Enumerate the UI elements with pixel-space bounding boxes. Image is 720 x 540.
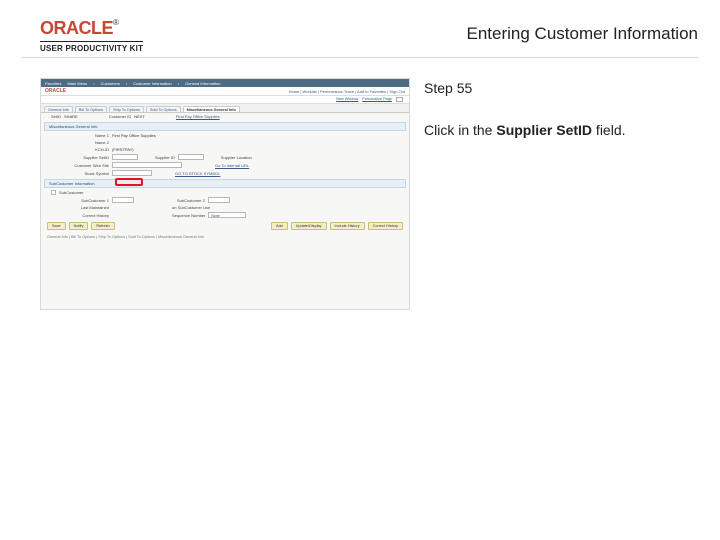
oracle-wordmark: ORACLE (40, 18, 113, 38)
ss-stock-lbl: Stock Symbol (51, 171, 109, 176)
highlight-box (115, 178, 143, 186)
ss-userline: New Window Personalize Page (41, 96, 409, 104)
ss-row-lastmaint: Last Maintained on SubCustomer Use (41, 204, 409, 211)
ss-notify-button[interactable]: Notify (69, 222, 89, 230)
ss-row-name2: Name 2 (41, 139, 409, 146)
ss-web-input[interactable] (112, 162, 182, 168)
ss-main: Main Menu (67, 81, 87, 86)
ss-addfav: Add to Favorites (357, 89, 386, 94)
ss-personalize: Personalize Page (362, 97, 392, 102)
ss-tab-billto: Bill To Options (75, 106, 107, 112)
ss-worklist: Worklist (303, 89, 317, 94)
ss-add-button[interactable]: Add (271, 222, 288, 230)
ss-sub2-lbl: SubCustomer 2 (177, 198, 205, 203)
ss-suppid-lbl: Supplier ID (155, 155, 175, 160)
ss-correct-lbl: Correct History (51, 213, 109, 218)
ss-subcust-chk-lbl: SubCustomer (59, 190, 83, 195)
ss-web-lbl: Customer Web Site (51, 163, 109, 168)
ss-row-subcust-chk: SubCustomer (41, 189, 409, 196)
ss-setid-lbl: SetID (51, 114, 61, 119)
ss-section-misc: Miscellaneous General Info (44, 122, 406, 131)
ss-supplier-setid-input[interactable] (112, 154, 138, 160)
ss-row-ids: SetID SHARE Customer ID NEXT First Pay O… (41, 113, 409, 120)
ss-perf: Performance Trace (320, 89, 354, 94)
oracle-logo-block: ORACLE® USER PRODUCTIVITY KIT (40, 18, 143, 53)
ss-seqnum-select[interactable]: None (208, 212, 246, 218)
ss-row-correct: Correct History Sequence Number None (41, 211, 409, 219)
ss-supploc-lbl: Supplier Location (221, 155, 252, 160)
ss-breadcrumb-bar: Favorites Main Menu › Customers › Custom… (41, 79, 409, 87)
ss-nav: ORACLE Home | Worklist | Performance Tra… (41, 87, 409, 96)
ss-refresh-button[interactable]: Refresh (91, 222, 114, 230)
ss-crumb2: Customer Information (133, 81, 171, 86)
ss-tab-misc: Miscellaneous General Info (183, 106, 240, 112)
ss-custid-val: NEXT (134, 114, 145, 119)
instr-suffix: field. (592, 122, 625, 138)
ss-tab-general: General Info (44, 106, 73, 112)
instruction-text: Click in the Supplier SetID field. (424, 122, 698, 138)
content-area: Favorites Main Menu › Customers › Custom… (0, 58, 720, 310)
ss-sub2-input[interactable] (208, 197, 230, 203)
ss-home: Home (289, 89, 300, 94)
ss-save-button[interactable]: Save (47, 222, 66, 230)
ss-tab-shipto: Ship To Options (109, 106, 144, 112)
ss-section-subcust: SubCustomer Information (44, 179, 406, 188)
ss-stock-input[interactable] (112, 170, 152, 176)
ss-seqnum-lbl: Sequence Number (172, 213, 205, 218)
ss-corr-button[interactable]: Correct History (368, 222, 403, 230)
ss-http-icon (396, 97, 403, 102)
ss-lastmaint-lbl: Last Maintained (51, 205, 109, 210)
instr-prefix: Click in the (424, 122, 496, 138)
ss-button-row: Save Notify Refresh Add Update/Display I… (41, 219, 409, 233)
ss-kch-lbl: KCH-ID (51, 147, 109, 152)
ss-row-stock: Stock Symbol GO TO STOCK SYMBOL (41, 169, 409, 177)
ss-custid-lbl: Customer ID (109, 114, 131, 119)
ss-fav: Favorites (45, 81, 61, 86)
ss-row-website: Customer Web Site Go To Internal URL (41, 161, 409, 169)
ss-footer-tabs: General Info | Bill To Options | Ship To… (41, 233, 409, 241)
ss-crumb3: General Information (185, 81, 220, 86)
ss-firstpay-link: First Pay Office Supplies (176, 114, 220, 119)
ss-name1-val: First Pay Office Supplies (112, 133, 156, 138)
ss-row-supplier: Supplier SetID Supplier ID Supplier Loca… (41, 153, 409, 161)
ss-update-button[interactable]: Update/Display (291, 222, 327, 230)
ss-row-subcust12: SubCustomer 1 SubCustomer 2 (41, 196, 409, 204)
ss-tab-soldto: Sold To Options (146, 106, 181, 112)
instr-field: Supplier SetID (496, 122, 592, 138)
ss-incl-button[interactable]: Include History (330, 222, 365, 230)
instruction-panel: Step 55 Click in the Supplier SetID fiel… (424, 78, 698, 138)
ss-tabs: General Info Bill To Options Ship To Opt… (41, 104, 409, 113)
ss-suppsetid-lbl: Supplier SetID (51, 155, 109, 160)
ss-name2-lbl: Name 2 (51, 140, 109, 145)
ss-row-kch: KCH-ID (FIRSTPAY) (41, 146, 409, 153)
ss-oracle-logo: ORACLE (45, 88, 66, 94)
oracle-logo: ORACLE® (40, 18, 143, 39)
step-label: Step 55 (424, 80, 698, 96)
ss-name1-lbl: Name 1 (51, 133, 109, 138)
ss-gotourl: Go To Internal URL (215, 163, 249, 168)
ss-subcust-checkbox[interactable] (51, 190, 56, 195)
ss-kch-val: (FIRSTPAY) (112, 147, 134, 152)
ss-signout: Sign Out (389, 89, 405, 94)
ss-row-name1: Name 1 First Pay Office Supplies (41, 132, 409, 139)
ss-stock-link: GO TO STOCK SYMBOL (175, 171, 220, 176)
ss-supplier-id-input[interactable] (178, 154, 204, 160)
product-name: USER PRODUCTIVITY KIT (40, 41, 143, 53)
ss-setid-val: SHARE (64, 114, 78, 119)
registered-mark: ® (113, 18, 119, 27)
embedded-screenshot: Favorites Main Menu › Customers › Custom… (40, 78, 410, 310)
ss-crumb1: Customers (101, 81, 120, 86)
ss-sub1-input[interactable] (112, 197, 134, 203)
ss-newwindow: New Window (336, 97, 358, 102)
ss-onsub-lbl: on SubCustomer Use (172, 205, 210, 210)
ss-sub1-lbl: SubCustomer 1 (51, 198, 109, 203)
page-title: Entering Customer Information (467, 18, 699, 44)
